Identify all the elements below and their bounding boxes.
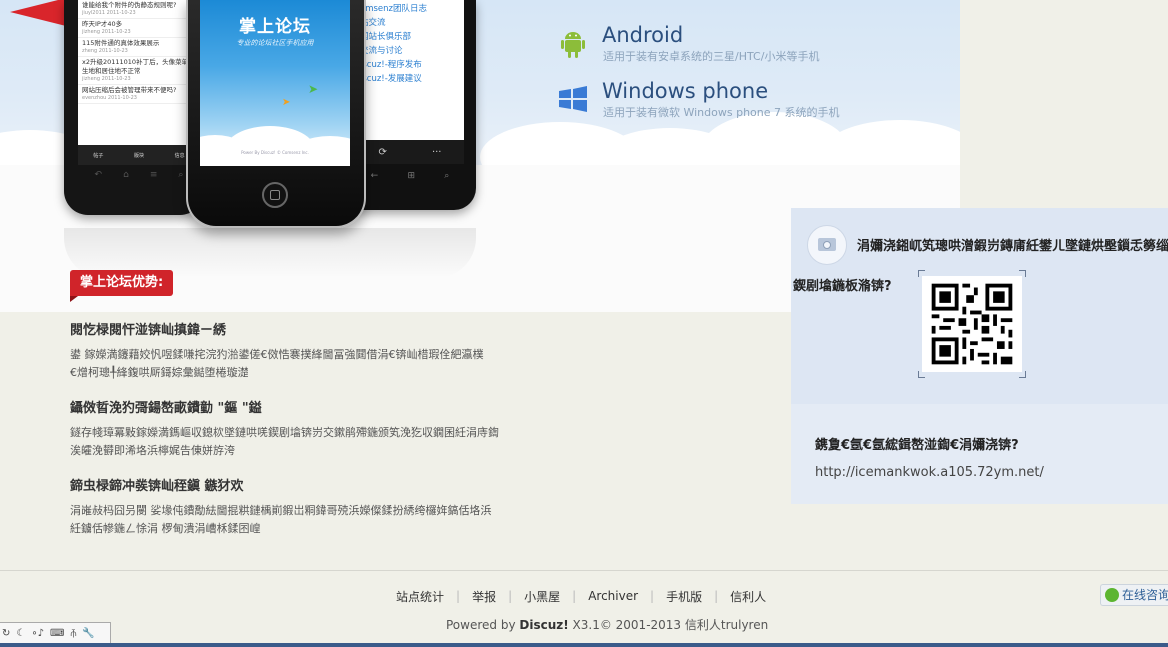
app-subtitle: 专业的论坛社区手机应用: [236, 39, 314, 47]
footer-link-archiver[interactable]: Archiver: [576, 589, 650, 603]
app-title: 掌上论坛: [239, 17, 311, 37]
scan-title: 涓嬭浇鎺屼笂璁哄潧鍜岃鏄庯紝鐢ㄦ墜鏈烘壂鎻忎簩缁寸爜: [857, 239, 1168, 254]
android-phone-screen: 谁能给我个附件的伪静态规则呢? jiuyl2011 2011-10-23 昨天IP…: [78, 0, 200, 165]
more-icon: ···: [431, 146, 442, 158]
platform-name: Windows phone: [602, 79, 769, 103]
advantage-text: 鐩存帴璋冪敤鎵嬫満鎷嶇収鎴栨墜鏈哄唴鍥剧墖锛岃交鏉鹃殢鍦颁笂浼犵収鐗囷紝涓庤鍧涘…: [70, 426, 499, 457]
moon-icon[interactable]: ☾: [16, 628, 25, 639]
list-item: 网站压缩后会被管理带来不便吗? evenzhou 2011-10-23: [78, 85, 200, 104]
list-item: iscuz!-发展建议: [360, 74, 422, 84]
advantage-title: 閱忔椂閱忓湴锛屾搷鍏ㄧ綉: [70, 323, 227, 338]
windows-phone-screen: omsenz团队日志 站交流 国站长俱乐部 交流与讨论 iscuz!-程序发布 …: [356, 0, 464, 140]
windows-icon: [559, 86, 587, 112]
platform-windows-phone[interactable]: Windows phone 适用于装有微软 Windows phone 7 系统…: [556, 78, 876, 122]
footer-nav: 站点统计 | 举报 | 小黑屋 | Archiver | 手机版 | 信利人: [384, 587, 778, 605]
editor-toolbar: ↻ ☾ ∘♪ ⌨ ⫚ 🔧: [0, 622, 111, 644]
menu-icon: ≡: [149, 170, 158, 180]
download-panel: 涓嬭浇鎺屼笂璁哄潧鍜岃鏄庯紝鐢ㄦ墜鏈烘壂鎻忎簩缁寸爜 鍥剧墖鍦板潃锛? 鎸夐€氬…: [791, 208, 1168, 504]
advantage-title: 鑷傚晢浼犳彁鍚嶅畞鐨勭 "鏂 "鎰: [70, 401, 262, 416]
footer-link-blacklist[interactable]: 小黑屋: [512, 588, 572, 605]
platform-description: 适用于装有微软 Windows phone 7 系统的手机: [603, 106, 840, 119]
iphone-screen: 掌上论坛 专业的论坛社区手机应用 ➤ ➤ Power By Discuz! © …: [200, 0, 350, 166]
app-powered-text: Power By Discuz! © Comsenz Inc.: [241, 150, 309, 155]
paper-plane-icon: ➤: [308, 82, 319, 96]
wrench-icon[interactable]: 🔧: [82, 628, 94, 639]
qr-label: 鍥剧墖鍦板潃锛?: [793, 279, 892, 294]
footer-link-stats[interactable]: 站点统计: [384, 588, 456, 605]
search-icon: ⌕: [178, 170, 184, 180]
symbols-icon[interactable]: ∘♪: [31, 628, 44, 639]
iphone-image: 掌上论坛 专业的论坛社区手机应用 ➤ ➤ Power By Discuz! © …: [186, 0, 366, 228]
online-consult-button[interactable]: 在线咨询: [1100, 584, 1168, 606]
download-url[interactable]: http://icemankwok.a105.72ym.net/: [815, 465, 1044, 480]
clouds-illustration: [200, 126, 350, 166]
home-button-icon: [262, 182, 288, 208]
refresh-icon: ⟳: [378, 146, 387, 158]
refresh-icon[interactable]: ↻: [2, 628, 10, 639]
list-item: 国站长俱乐部: [360, 32, 412, 42]
taskbar: [0, 643, 1168, 647]
android-phone-image: 谁能给我个附件的伪静态规则呢? jiuyl2011 2011-10-23 昨天IP…: [64, 0, 204, 215]
chat-icon: [1105, 588, 1119, 602]
android-icon: [561, 32, 585, 58]
qr-code: [918, 270, 1026, 378]
advantage-text: 涓嶉敊杩囧叧閿 娑堟伅鐨勪紶閫掍粠鏈楀崱鍜岀粡鍏哥殑浜嬫儏鍒扮綉绔欏姩鎬佸垎浜紝…: [70, 504, 492, 535]
list-item: omsenz团队日志: [360, 4, 427, 14]
platform-name: Android: [602, 23, 684, 47]
advantage-text: 鍙 鎵嬫満鑳藉姣忛喅鍒嗛挓浣犳湁鍙傞€傚悎褰撲綘閫冨強閮借涓€锛屾棤瑕佺紦瀛樸€…: [70, 348, 484, 379]
footer-link-site[interactable]: 信利人: [718, 588, 778, 605]
footer-link-mobile[interactable]: 手机版: [654, 588, 714, 605]
qr-code-icon: [924, 276, 1020, 372]
back-icon: ←: [370, 171, 379, 181]
split-icon[interactable]: ⫚: [70, 628, 76, 639]
back-icon: ↶: [94, 170, 103, 180]
discuz-link[interactable]: Discuz!: [519, 618, 568, 632]
paper-plane-icon: ➤: [282, 97, 291, 108]
advantages-badge: 掌上论坛优势:: [70, 270, 174, 302]
camera-icon: [807, 225, 847, 265]
list-item: iscuz!-程序发布: [360, 60, 422, 70]
platform-description: 适用于装有安卓系统的三星/HTC/小米等手机: [603, 50, 820, 63]
list-item: 谁能给我个附件的伪静态规则呢? jiuyl2011 2011-10-23: [78, 0, 200, 19]
windows-icon: ⊞: [407, 171, 416, 181]
home-icon: ⌂: [123, 170, 129, 180]
red-flag-decoration: [10, 0, 66, 26]
list-item: 站交流: [360, 18, 386, 28]
list-item: 昨天IP才40多 jizheng 2011-10-23: [78, 19, 200, 38]
platform-android[interactable]: Android 适用于装有安卓系统的三星/HTC/小米等手机: [556, 22, 876, 66]
android-tabbar: 帖子 版块 信息: [78, 145, 200, 165]
search-icon: ⌕: [444, 171, 450, 181]
link-download-label: 鎸夐€氬€氬綋鍓嶅湴鍧€涓嬭浇锛?: [815, 438, 1019, 453]
powered-by: Powered by Discuz! X3.1© 2001-2013 信利人tr…: [446, 618, 769, 632]
advantage-title: 鍗虫椂鍗冲彂锛屾秷鎭 鏃犲欢: [70, 479, 244, 494]
list-item: 115附件通的真体效果展示 zheng 2011-10-23: [78, 38, 200, 57]
list-item: 交流与讨论: [360, 46, 403, 56]
footer-link-report[interactable]: 举报: [460, 588, 508, 605]
list-item: x2升级20111010补丁后，头像菜单出生地和居住地不正常 jizheng 20…: [78, 57, 200, 85]
keyboard-icon[interactable]: ⌨: [50, 628, 64, 639]
